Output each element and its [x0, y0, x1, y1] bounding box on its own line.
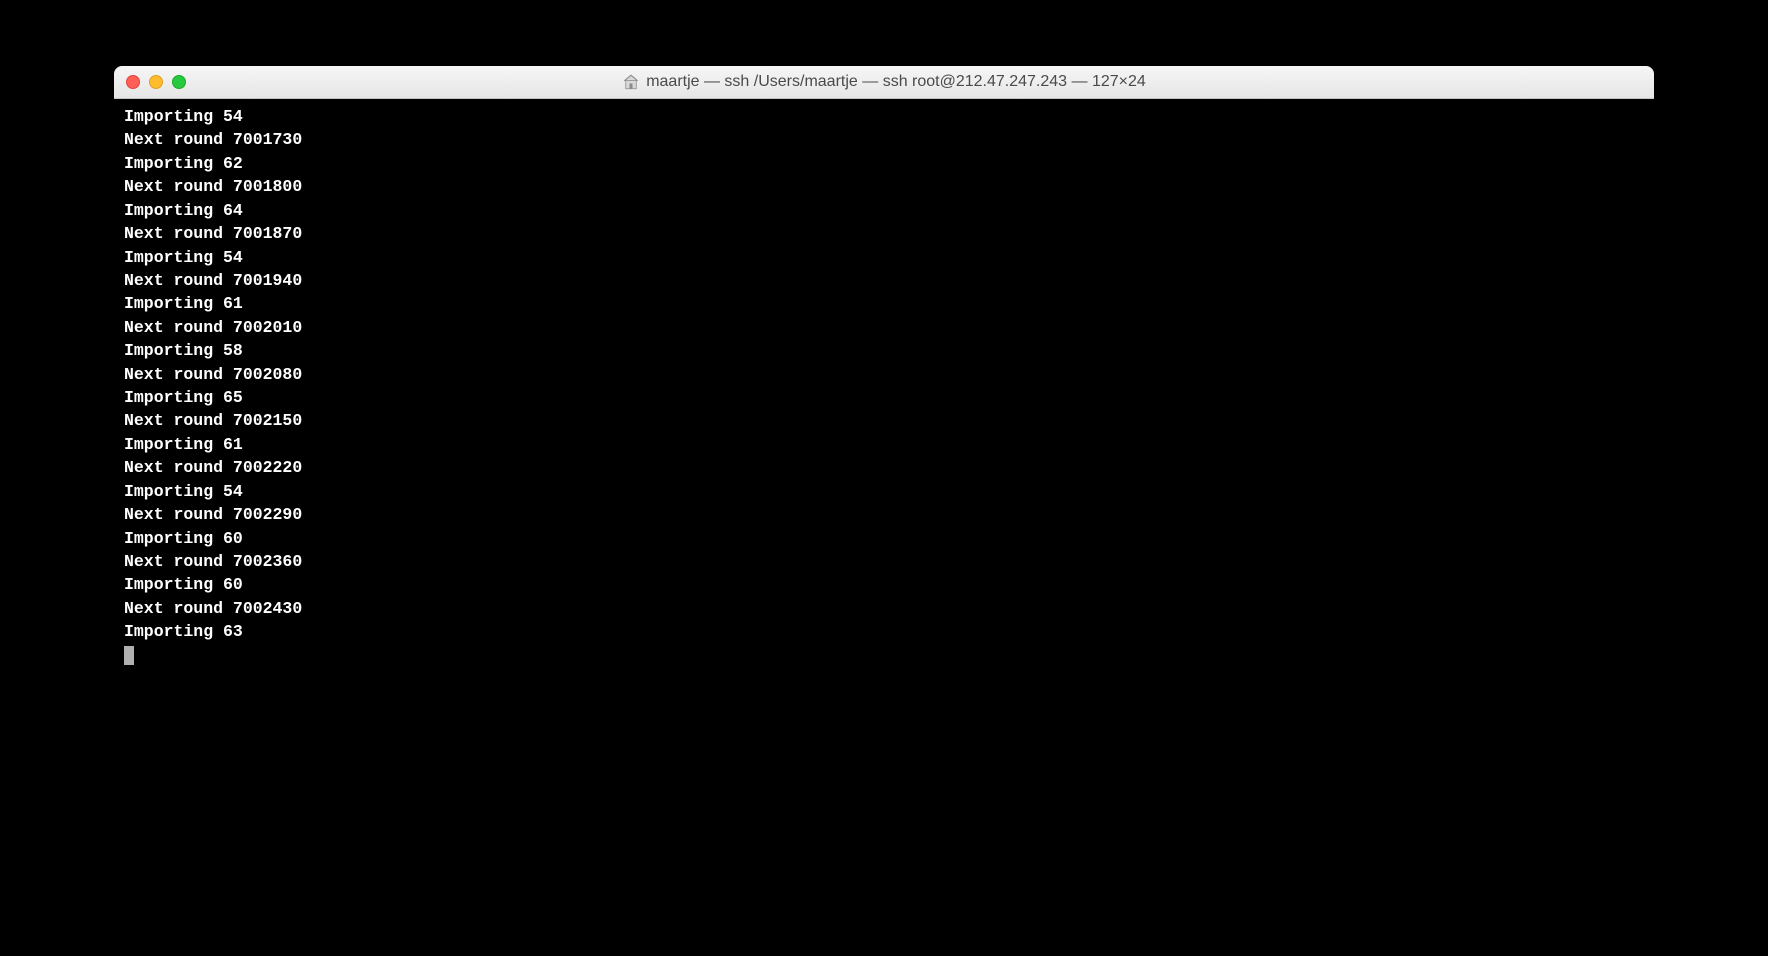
terminal-window: maartje — ssh /Users/maartje — ssh root@… [114, 66, 1654, 799]
home-icon [622, 73, 640, 91]
terminal-output-line: Importing 58 [124, 339, 1644, 362]
terminal-output-line: Next round 7002430 [124, 597, 1644, 620]
terminal-output-line: Importing 60 [124, 527, 1644, 550]
title-content: maartje — ssh /Users/maartje — ssh root@… [114, 73, 1654, 91]
terminal-body[interactable]: Importing 54Next round 7001730Importing … [114, 99, 1654, 799]
terminal-output-line: Importing 61 [124, 433, 1644, 456]
terminal-output-line: Next round 7002080 [124, 363, 1644, 386]
terminal-output-line: Importing 62 [124, 152, 1644, 175]
terminal-output-line: Next round 7002150 [124, 409, 1644, 432]
terminal-output-line: Next round 7002290 [124, 503, 1644, 526]
terminal-output-line: Next round 7001730 [124, 128, 1644, 151]
terminal-output-line: Next round 7001870 [124, 222, 1644, 245]
terminal-output-line: Next round 7002220 [124, 456, 1644, 479]
terminal-output-line: Next round 7001940 [124, 269, 1644, 292]
terminal-cursor-line [124, 644, 1644, 667]
terminal-output-line: Importing 61 [124, 292, 1644, 315]
cursor [124, 646, 134, 665]
zoom-button[interactable] [172, 75, 186, 89]
close-button[interactable] [126, 75, 140, 89]
traffic-lights [126, 75, 186, 89]
title-bar[interactable]: maartje — ssh /Users/maartje — ssh root@… [114, 66, 1654, 99]
terminal-output-line: Importing 54 [124, 246, 1644, 269]
terminal-output-line: Next round 7002010 [124, 316, 1644, 339]
terminal-output-line: Importing 63 [124, 620, 1644, 643]
window-title: maartje — ssh /Users/maartje — ssh root@… [646, 73, 1146, 91]
terminal-output-line: Importing 60 [124, 573, 1644, 596]
terminal-output-line: Importing 65 [124, 386, 1644, 409]
terminal-output-line: Importing 54 [124, 480, 1644, 503]
terminal-output-line: Importing 54 [124, 105, 1644, 128]
terminal-output-line: Next round 7001800 [124, 175, 1644, 198]
terminal-output-line: Next round 7002360 [124, 550, 1644, 573]
terminal-output-line: Importing 64 [124, 199, 1644, 222]
minimize-button[interactable] [149, 75, 163, 89]
